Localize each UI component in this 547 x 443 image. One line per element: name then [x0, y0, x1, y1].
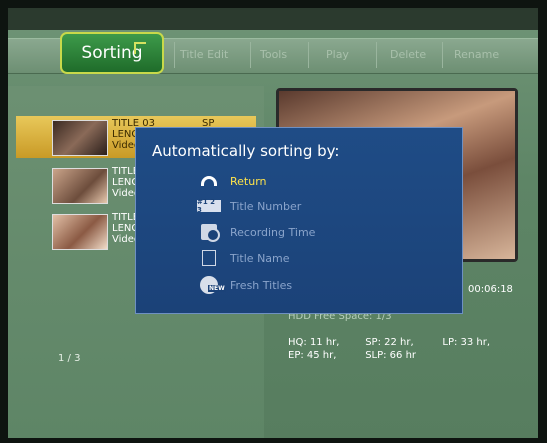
- option-return[interactable]: Return: [196, 170, 267, 192]
- stat-hq: HQ: 11 hr,: [288, 337, 340, 348]
- title-thumbnail: [52, 120, 108, 156]
- tab-play[interactable]: Play: [326, 48, 349, 61]
- duration-readout: 00:06:18: [468, 284, 513, 295]
- tab-separator: [250, 42, 251, 68]
- stat-ep: EP: 45 hr,: [288, 350, 337, 361]
- fresh-titles-icon: NEW: [196, 276, 226, 294]
- tab-separator: [376, 42, 377, 68]
- title-thumbnail: [52, 168, 108, 204]
- recording-time-icon: [196, 223, 222, 242]
- page-indicator: 1 / 3: [58, 353, 81, 364]
- option-recording-time[interactable]: Recording Time: [196, 221, 315, 243]
- tab-separator: [174, 42, 175, 68]
- stat-sp: SP: 22 hr,: [365, 337, 414, 348]
- option-fresh-titles[interactable]: NEW Fresh Titles: [196, 274, 292, 296]
- dialog-title: Automatically sorting by:: [152, 142, 340, 160]
- option-title-name[interactable]: Title Name: [196, 247, 290, 269]
- tab-separator: [308, 42, 309, 68]
- option-label: Title Number: [230, 199, 302, 213]
- title-thumbnail: [52, 214, 108, 250]
- recording-stats: HQ: 11 hr, SP: 22 hr, LP: 33 hr, EP: 45 …: [288, 336, 490, 362]
- tab-tools[interactable]: Tools: [260, 48, 287, 61]
- option-label: Fresh Titles: [230, 278, 293, 292]
- option-label: Recording Time: [230, 225, 316, 239]
- tab-separator: [442, 42, 443, 68]
- stat-slp: SLP: 66 hr: [365, 350, 417, 361]
- tab-sorting[interactable]: Sorting: [60, 32, 164, 74]
- sorting-dialog: Automatically sorting by: Return #1 2 3 …: [135, 127, 463, 314]
- cursor-icon: [134, 42, 146, 54]
- option-title-number[interactable]: #1 2 3 Title Number: [196, 195, 301, 217]
- return-icon: [196, 172, 222, 190]
- tab-delete[interactable]: Delete: [390, 48, 426, 61]
- option-label: Return: [230, 174, 267, 188]
- title-name-icon: [196, 249, 222, 267]
- top-bar: [8, 8, 538, 30]
- tab-rename[interactable]: Rename: [454, 48, 499, 61]
- stat-lp: LP: 33 hr,: [442, 337, 491, 348]
- tab-title-edit[interactable]: Title Edit: [180, 48, 228, 61]
- option-label: Title Name: [230, 251, 290, 265]
- title-number-icon: #1 2 3: [196, 197, 222, 215]
